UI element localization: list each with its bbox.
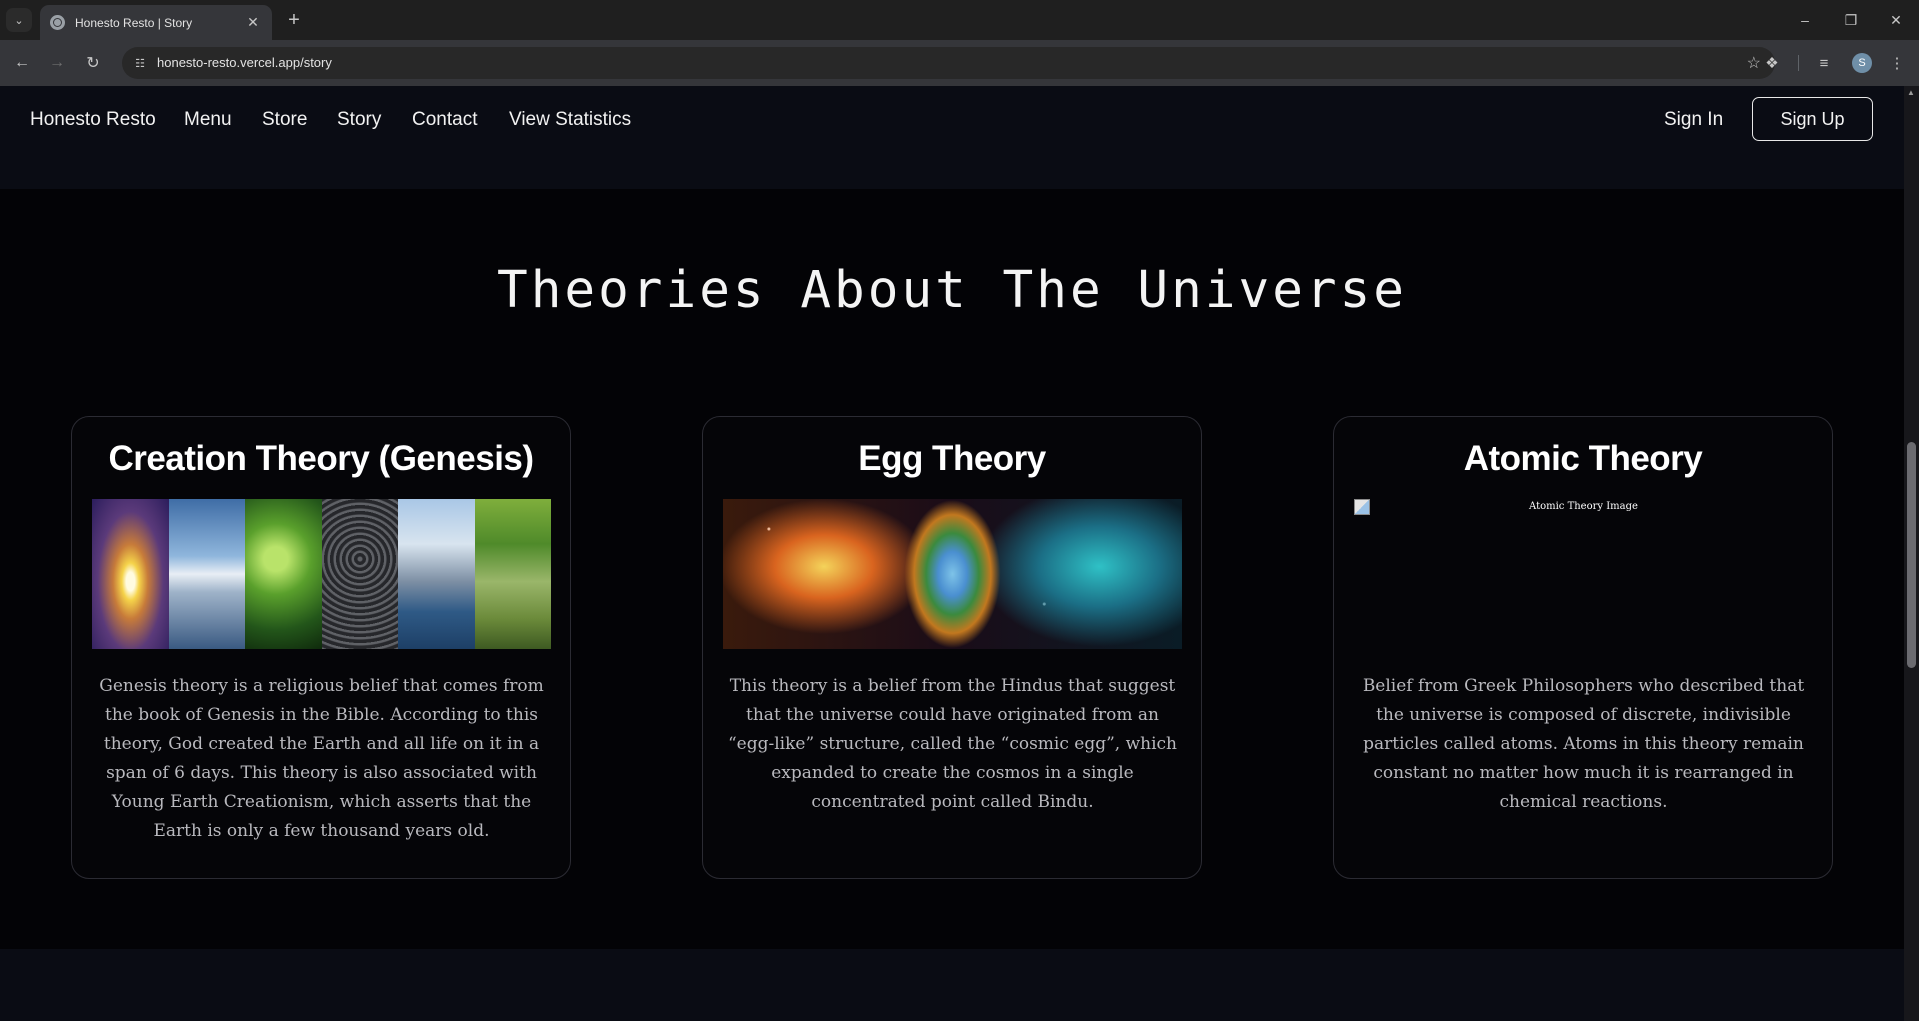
brand-logo-link[interactable]: Honesto Resto bbox=[30, 109, 156, 131]
browser-tab-active[interactable]: Honesto Resto | Story ✕ bbox=[40, 5, 272, 40]
card-description: Genesis theory is a religious belief tha… bbox=[99, 676, 544, 841]
nav-link-store[interactable]: Store bbox=[262, 109, 307, 131]
new-tab-button[interactable]: + bbox=[282, 8, 306, 32]
page-viewport: Honesto Resto Menu Store Story Contact V… bbox=[0, 86, 1919, 1021]
theory-card-genesis: Creation Theory (Genesis) Genesis theory… bbox=[71, 416, 571, 879]
next-section-band bbox=[0, 949, 1904, 1021]
theory-card-atomic: Atomic Theory Atomic Theory Image Belief… bbox=[1333, 416, 1833, 879]
toolbar-divider bbox=[1798, 55, 1799, 71]
site-header: Honesto Resto Menu Store Story Contact V… bbox=[0, 86, 1904, 189]
browser-tabstrip: ⌄ Honesto Resto | Story ✕ + – ❐ ✕ bbox=[0, 0, 1919, 40]
address-bar[interactable]: ☷ honesto-resto.vercel.app/story ☆ bbox=[122, 47, 1775, 79]
window-close-icon[interactable]: ✕ bbox=[1873, 0, 1919, 40]
card-description: Belief from Greek Philosophers who descr… bbox=[1362, 676, 1805, 812]
profile-avatar[interactable]: S bbox=[1852, 53, 1872, 73]
extensions-puzzle-icon[interactable]: ❖ bbox=[1760, 51, 1784, 75]
card-title: Egg Theory bbox=[858, 439, 1046, 478]
nav-link-story[interactable]: Story bbox=[337, 109, 381, 131]
nav-link-menu[interactable]: Menu bbox=[184, 109, 232, 131]
theory-card-egg: Egg Theory This theory is a belief from … bbox=[702, 416, 1202, 879]
scroll-up-arrow-icon[interactable]: ▲ bbox=[1907, 88, 1915, 97]
bookmark-star-icon[interactable]: ☆ bbox=[1747, 53, 1761, 73]
card-description: This theory is a belief from the Hindus … bbox=[727, 676, 1178, 812]
globe-favicon-icon bbox=[50, 15, 65, 30]
section-title: Theories About The Universe bbox=[496, 261, 1408, 320]
scrollbar-thumb[interactable] bbox=[1907, 442, 1916, 668]
browser-toolbar: ← → ↻ ☷ honesto-resto.vercel.app/story ☆… bbox=[0, 40, 1919, 86]
kebab-menu-icon[interactable]: ⋮ bbox=[1885, 51, 1909, 75]
back-arrow-icon[interactable]: ← bbox=[10, 51, 34, 75]
nav-link-contact[interactable]: Contact bbox=[412, 109, 477, 131]
forward-arrow-icon[interactable]: → bbox=[45, 51, 69, 75]
atomic-theory-image-broken: Atomic Theory Image bbox=[1354, 499, 1813, 649]
minimize-icon[interactable]: – bbox=[1782, 0, 1828, 40]
tab-title: Honesto Resto | Story bbox=[75, 15, 193, 30]
restore-icon[interactable]: ❐ bbox=[1828, 0, 1874, 40]
nav-link-view-statistics[interactable]: View Statistics bbox=[509, 109, 631, 131]
site-info-icon[interactable]: ☷ bbox=[132, 55, 148, 71]
image-alt-text: Atomic Theory Image bbox=[1529, 501, 1638, 512]
cosmic-egg-image bbox=[723, 499, 1182, 649]
card-title: Creation Theory (Genesis) bbox=[108, 439, 534, 478]
card-title: Atomic Theory bbox=[1463, 439, 1703, 478]
page-scrollbar[interactable]: ▲ bbox=[1904, 86, 1919, 1021]
genesis-image bbox=[92, 499, 551, 649]
sign-up-button[interactable]: Sign Up bbox=[1752, 97, 1873, 141]
url-text[interactable]: honesto-resto.vercel.app/story bbox=[157, 55, 332, 70]
sign-in-link[interactable]: Sign In bbox=[1664, 109, 1723, 131]
theories-section: Theories About The Universe Creation The… bbox=[0, 189, 1904, 949]
reload-icon[interactable]: ↻ bbox=[81, 51, 105, 75]
media-controls-icon[interactable]: ≡ bbox=[1812, 51, 1836, 75]
tab-close-icon[interactable]: ✕ bbox=[244, 14, 262, 31]
tab-search-chevron-icon[interactable]: ⌄ bbox=[6, 8, 32, 32]
